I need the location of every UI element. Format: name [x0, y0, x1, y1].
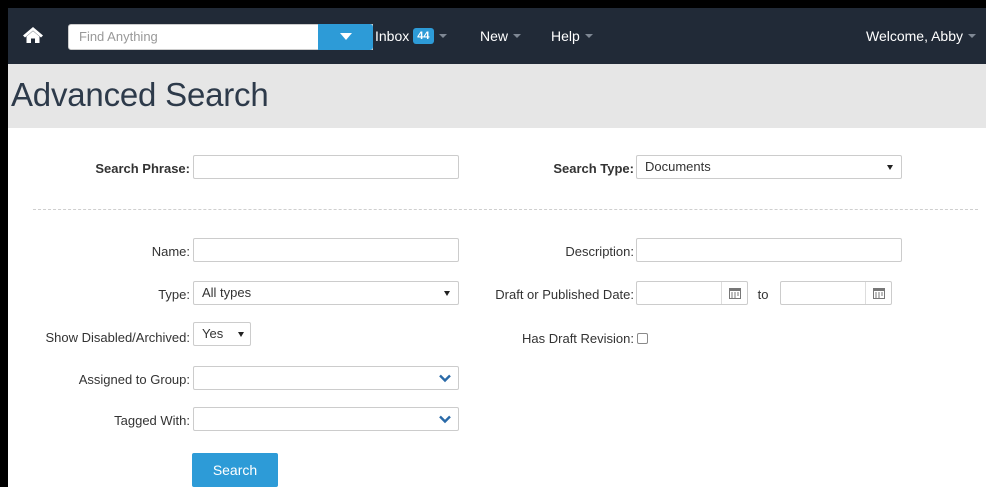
- calendar-icon[interactable]: [865, 282, 891, 304]
- inbox-count-badge: 44: [413, 28, 434, 44]
- user-menu[interactable]: Welcome, Abby: [866, 28, 977, 44]
- help-menu[interactable]: Help: [551, 28, 593, 44]
- type-select[interactable]: All types: [193, 281, 459, 305]
- has-draft-checkbox[interactable]: [637, 333, 648, 344]
- inbox-menu[interactable]: Inbox 44: [375, 28, 447, 44]
- search-type-value: Documents: [645, 159, 711, 174]
- search-type-select[interactable]: Documents: [636, 155, 902, 179]
- name-input[interactable]: [193, 238, 459, 262]
- description-input[interactable]: [636, 238, 902, 262]
- chevron-down-icon: [584, 34, 593, 38]
- type-label: Type:: [158, 287, 190, 302]
- calendar-icon[interactable]: [721, 282, 747, 304]
- new-label: New: [480, 28, 509, 44]
- search-phrase-input[interactable]: [193, 155, 459, 179]
- date-to-label: to: [757, 287, 769, 302]
- search-type-label: Search Type:: [553, 161, 634, 176]
- show-disabled-value: Yes: [202, 326, 224, 341]
- section-divider: [33, 209, 978, 210]
- type-value: All types: [202, 285, 252, 300]
- home-icon: [23, 27, 43, 43]
- home-button[interactable]: [14, 20, 52, 50]
- page-header: Advanced Search: [8, 64, 986, 128]
- page-title: Advanced Search: [11, 76, 269, 113]
- show-disabled-label: Show Disabled/Archived:: [45, 330, 190, 345]
- date-from-input[interactable]: [636, 281, 748, 305]
- tagged-with-select[interactable]: [193, 407, 459, 431]
- show-disabled-select[interactable]: Yes: [193, 322, 251, 346]
- chevron-down-icon: [439, 415, 451, 424]
- app-frame: Find Anything Inbox 44 New Help Welcome,…: [0, 0, 986, 487]
- new-menu[interactable]: New: [480, 28, 522, 44]
- inbox-label: Inbox: [375, 28, 410, 44]
- search-phrase-label: Search Phrase:: [95, 161, 190, 176]
- chevron-down-icon: [438, 34, 447, 38]
- top-navigation-bar: Find Anything Inbox 44 New Help Welcome,…: [8, 0, 986, 64]
- description-label: Description:: [565, 244, 634, 259]
- help-label: Help: [551, 28, 580, 44]
- search-dropdown-button[interactable]: [318, 24, 373, 50]
- welcome-label: Welcome, Abby: [866, 28, 964, 44]
- has-draft-label: Has Draft Revision:: [522, 331, 634, 346]
- chevron-down-icon: [968, 34, 977, 38]
- date-label: Draft or Published Date:: [495, 287, 634, 302]
- name-label: Name:: [151, 244, 190, 259]
- dropdown-arrow-icon: [238, 332, 244, 337]
- assigned-group-label: Assigned to Group:: [78, 372, 190, 387]
- tagged-with-label: Tagged With:: [114, 413, 190, 428]
- date-to-input[interactable]: [780, 281, 892, 305]
- caret-down-icon: [339, 33, 352, 40]
- assigned-group-select[interactable]: [193, 366, 459, 390]
- search-button[interactable]: Search: [192, 453, 278, 487]
- dropdown-arrow-icon: [887, 165, 893, 170]
- chevron-down-icon: [513, 34, 522, 38]
- chevron-down-icon: [439, 374, 451, 383]
